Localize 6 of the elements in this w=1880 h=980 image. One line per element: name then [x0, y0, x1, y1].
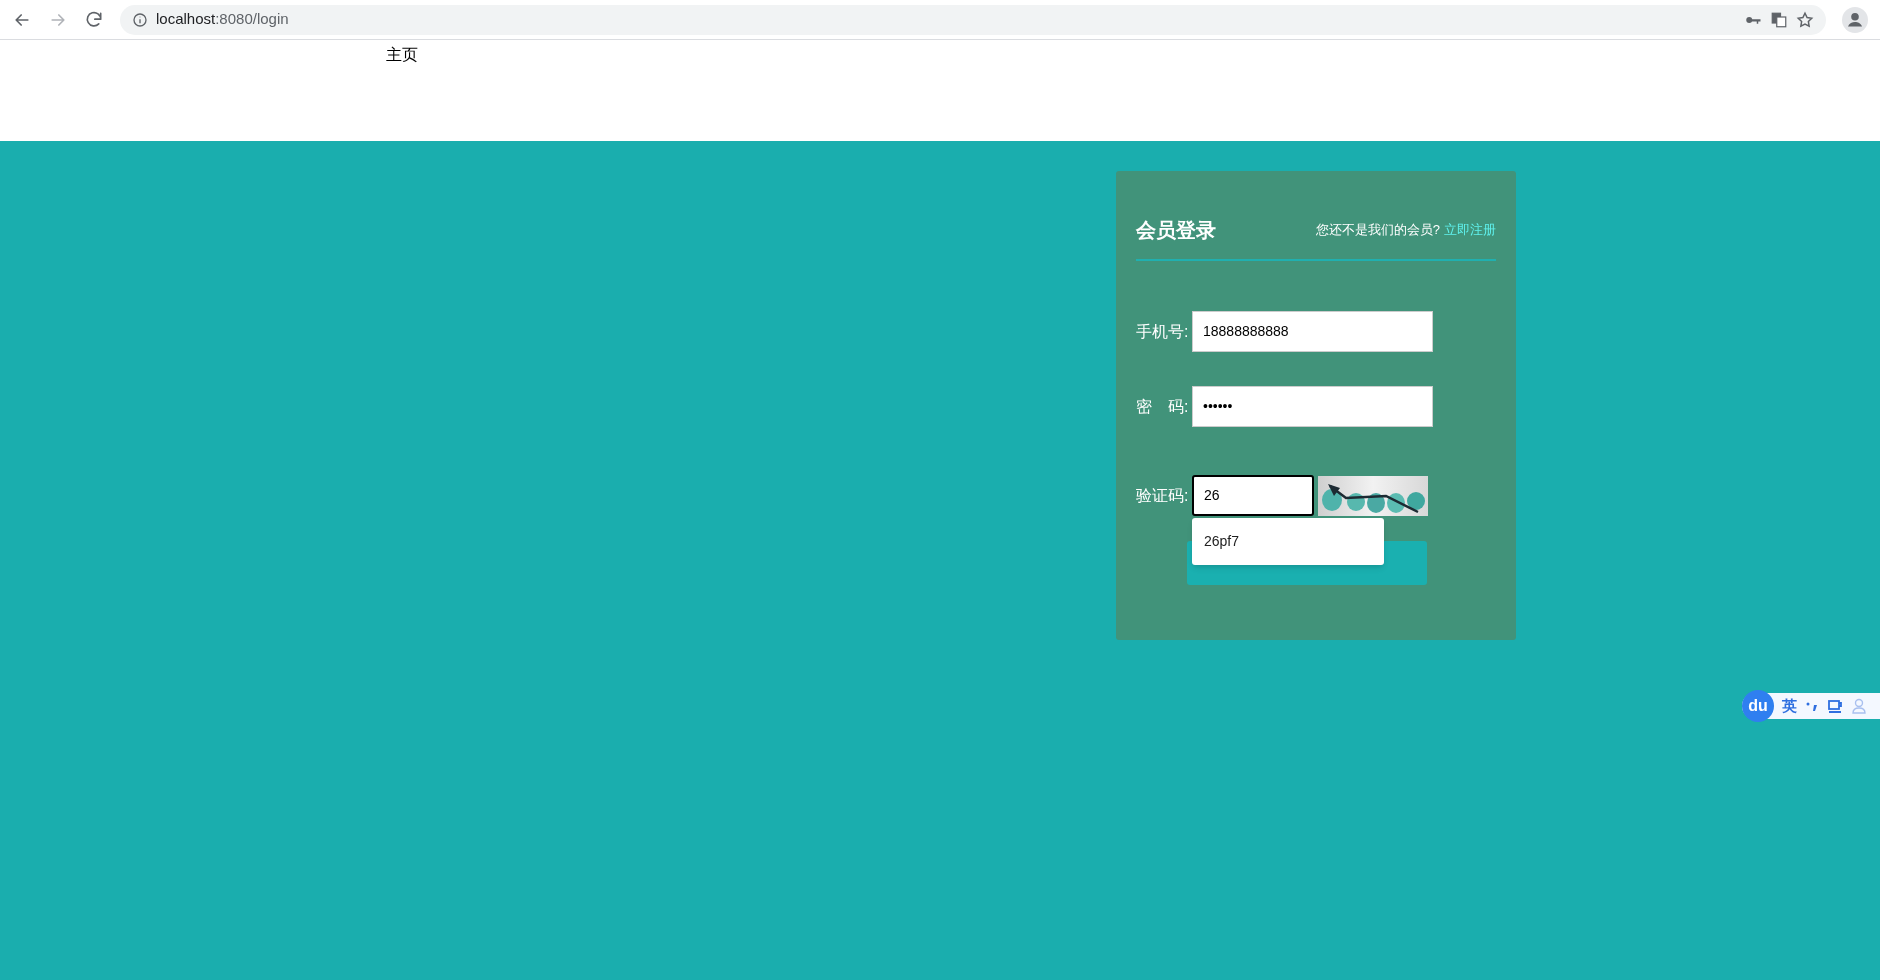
card-title: 会员登录 — [1136, 218, 1216, 243]
field-label: 验证码: — [1136, 485, 1190, 506]
member-prompt: 您还不是我们的会员? — [1315, 221, 1440, 240]
field-label: 密 码: — [1136, 396, 1190, 417]
field-label: 手机号: — [1136, 321, 1190, 342]
url-text: localhost:8080/login — [156, 9, 289, 30]
